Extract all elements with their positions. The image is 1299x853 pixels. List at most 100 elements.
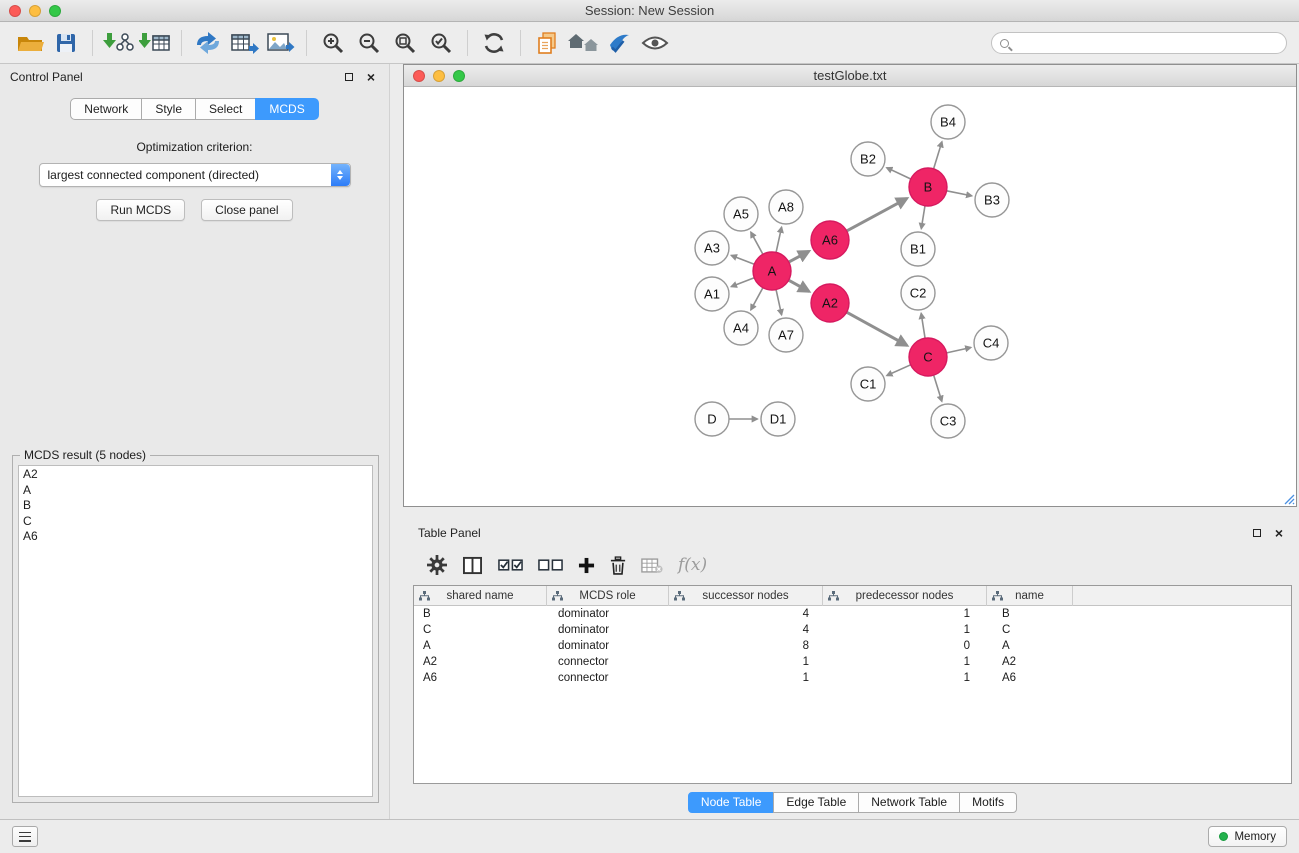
result-item[interactable]: B xyxy=(19,498,372,514)
column-header-shared-name[interactable]: shared name xyxy=(414,586,547,606)
tab-network[interactable]: Network xyxy=(70,98,142,120)
tab-edge-table[interactable]: Edge Table xyxy=(773,792,859,813)
edge-B-B2[interactable] xyxy=(887,168,911,179)
table-settings-button[interactable] xyxy=(427,555,447,575)
blue-check-button[interactable] xyxy=(601,26,637,60)
node-B3[interactable]: B3 xyxy=(975,183,1009,217)
edge-A-A4[interactable] xyxy=(751,288,763,310)
edge-A-A7[interactable] xyxy=(776,290,782,315)
node-C1[interactable]: C1 xyxy=(851,367,885,401)
node-D[interactable]: D xyxy=(695,402,729,436)
function-builder-button[interactable]: f(x) xyxy=(678,555,707,575)
save-session-button[interactable] xyxy=(48,26,84,60)
export-network-button[interactable] xyxy=(190,26,226,60)
tab-style[interactable]: Style xyxy=(141,98,196,120)
node-A8[interactable]: A8 xyxy=(769,190,803,224)
result-item[interactable]: C xyxy=(19,514,372,530)
result-item[interactable]: A6 xyxy=(19,529,372,545)
node-D1[interactable]: D1 xyxy=(761,402,795,436)
edge-B-B3[interactable] xyxy=(947,191,972,196)
node-B1[interactable]: B1 xyxy=(901,232,935,266)
node-A1[interactable]: A1 xyxy=(695,277,729,311)
column-header-name[interactable]: name xyxy=(987,586,1073,606)
zoom-selected-button[interactable] xyxy=(423,26,459,60)
node-A2[interactable]: A2 xyxy=(811,284,849,322)
import-table-button[interactable] xyxy=(137,26,173,60)
node-B4[interactable]: B4 xyxy=(931,105,965,139)
home-button[interactable] xyxy=(565,26,601,60)
table-row[interactable]: Adominator80A xyxy=(414,638,1291,654)
column-header-predecessor-nodes[interactable]: predecessor nodes xyxy=(823,586,987,606)
table-row[interactable]: A2connector11A2 xyxy=(414,654,1291,670)
float-panel-button[interactable] xyxy=(341,69,357,85)
table-float-button[interactable] xyxy=(1249,525,1265,541)
table-row[interactable]: Cdominator41C xyxy=(414,622,1291,638)
fullscreen-window-button[interactable] xyxy=(49,5,61,17)
mcds-result-list[interactable]: A2ABCA6 xyxy=(18,465,373,797)
orange-document-button[interactable] xyxy=(529,26,565,60)
result-item[interactable]: A2 xyxy=(19,467,372,483)
edge-A-A3[interactable] xyxy=(731,255,754,264)
task-history-button[interactable] xyxy=(12,826,38,847)
unselect-all-button[interactable] xyxy=(538,558,563,572)
edge-C-C2[interactable] xyxy=(921,313,925,338)
export-image-button[interactable] xyxy=(262,26,298,60)
close-panel-button[interactable]: × xyxy=(363,69,379,85)
edge-A-A1[interactable] xyxy=(731,278,754,287)
criterion-dropdown[interactable]: largest connected component (directed) xyxy=(39,163,351,187)
tab-motifs[interactable]: Motifs xyxy=(959,792,1017,813)
table-row[interactable]: A6connector11A6 xyxy=(414,670,1291,686)
node-A[interactable]: A xyxy=(753,252,791,290)
node-B2[interactable]: B2 xyxy=(851,142,885,176)
open-session-button[interactable] xyxy=(12,26,48,60)
edge-A-A6[interactable] xyxy=(789,251,809,262)
node-A4[interactable]: A4 xyxy=(724,311,758,345)
close-window-button[interactable] xyxy=(9,5,21,17)
tab-select[interactable]: Select xyxy=(195,98,256,120)
node-A3[interactable]: A3 xyxy=(695,231,729,265)
zoom-fit-button[interactable] xyxy=(387,26,423,60)
close-panel-mcds-button[interactable]: Close panel xyxy=(201,199,292,221)
delete-column-button[interactable] xyxy=(610,556,626,575)
zoom-in-button[interactable] xyxy=(315,26,351,60)
edge-C-C4[interactable] xyxy=(947,347,971,352)
tab-network-table[interactable]: Network Table xyxy=(858,792,960,813)
eye-button[interactable] xyxy=(637,26,673,60)
edge-B-B1[interactable] xyxy=(921,206,925,229)
edge-A-A2[interactable] xyxy=(789,280,809,291)
node-B[interactable]: B xyxy=(909,168,947,206)
search-input[interactable] xyxy=(1014,36,1278,50)
node-C4[interactable]: C4 xyxy=(974,326,1008,360)
network-maximize-button[interactable] xyxy=(453,70,465,82)
edge-A2-C[interactable] xyxy=(847,312,907,345)
node-A5[interactable]: A5 xyxy=(724,197,758,231)
export-table-button[interactable] xyxy=(226,26,262,60)
memory-button[interactable]: Memory xyxy=(1208,826,1287,847)
edge-A6-B[interactable] xyxy=(847,198,907,231)
apply-layout-button[interactable] xyxy=(476,26,512,60)
tab-mcds[interactable]: MCDS xyxy=(255,98,318,120)
edge-C-C3[interactable] xyxy=(934,375,942,401)
node-C[interactable]: C xyxy=(909,338,947,376)
edge-B-B4[interactable] xyxy=(934,142,942,169)
network-minimize-button[interactable] xyxy=(433,70,445,82)
edge-A-A8[interactable] xyxy=(776,227,782,252)
select-all-button[interactable] xyxy=(498,558,523,572)
search-box[interactable] xyxy=(991,32,1287,54)
column-header-successor-nodes[interactable]: successor nodes xyxy=(669,586,823,606)
show-column-button[interactable] xyxy=(462,556,483,575)
result-item[interactable]: A xyxy=(19,483,372,499)
edge-A-A5[interactable] xyxy=(751,232,763,254)
add-column-button[interactable] xyxy=(578,557,595,574)
zoom-out-button[interactable] xyxy=(351,26,387,60)
tab-node-table[interactable]: Node Table xyxy=(688,792,775,813)
network-canvas[interactable]: AA6A2BCA5A8A3A1A4A7B2B4B3B1C2C4C1C3DD1 xyxy=(404,87,1296,506)
run-mcds-button[interactable]: Run MCDS xyxy=(96,199,185,221)
minimize-window-button[interactable] xyxy=(29,5,41,17)
network-close-button[interactable] xyxy=(413,70,425,82)
table-close-button[interactable]: × xyxy=(1271,525,1287,541)
node-C2[interactable]: C2 xyxy=(901,276,935,310)
import-network-button[interactable] xyxy=(101,26,137,60)
column-header-mcds-role[interactable]: MCDS role xyxy=(547,586,669,606)
node-C3[interactable]: C3 xyxy=(931,404,965,438)
